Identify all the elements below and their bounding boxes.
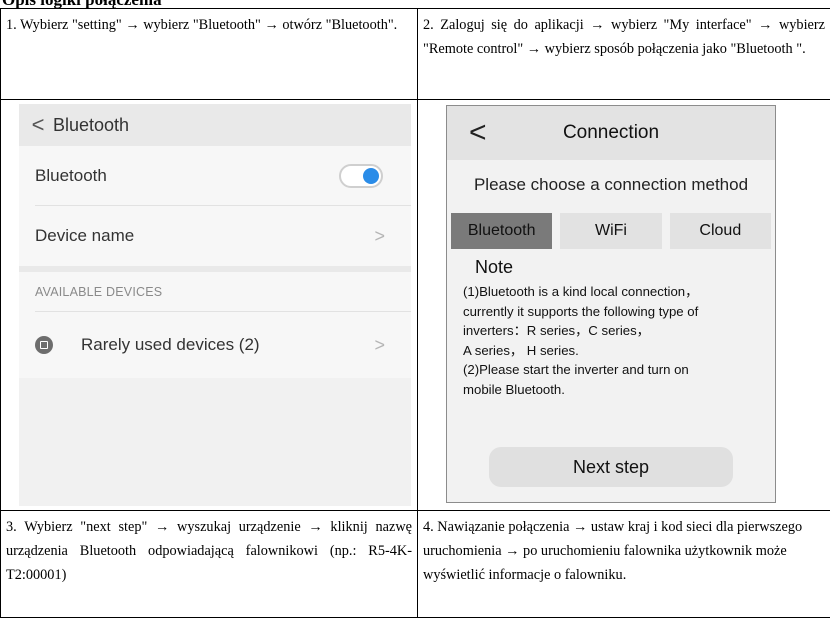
connection-prompt: Please choose a connection method — [447, 175, 775, 195]
step-2-cell: 2. Zaloguj się do aplikacji → wybierz "M… — [418, 9, 830, 100]
rarely-used-devices-row[interactable]: Rarely used devices (2) > — [19, 312, 411, 378]
device-name-row[interactable]: Device name > — [19, 206, 411, 266]
note-line: currently it supports the following type… — [463, 302, 763, 322]
note-title: Note — [475, 257, 775, 278]
step-3-cell: 3. Wybierz "next step" → wyszukaj urządz… — [1, 511, 418, 618]
bluetooth-toggle-row[interactable]: Bluetooth — [19, 146, 411, 206]
step-3-text: 3. Wybierz "next step" → wyszukaj urządz… — [1, 511, 417, 617]
connection-method-tabs: Bluetooth WiFi Cloud — [451, 213, 771, 249]
available-devices-section: AVAILABLE DEVICES Rarely used devices (2… — [19, 272, 411, 378]
available-devices-header: AVAILABLE DEVICES — [19, 272, 411, 312]
settings-header: < Bluetooth — [19, 104, 411, 146]
connection-title: Connection — [447, 122, 775, 144]
device-name-label: Device name — [35, 226, 134, 246]
note-text: (1)Bluetooth is a kind local connection，… — [463, 282, 763, 399]
instruction-table: 1. Wybierz "setting" → wybierz "Bluetoot… — [0, 8, 830, 618]
note-line: (1)Bluetooth is a kind local connection， — [463, 282, 763, 302]
rarely-used-lead: Rarely used devices (2) — [35, 335, 260, 355]
connection-screenshot-cell: < Connection Please choose a connection … — [418, 100, 830, 511]
back-icon[interactable]: < — [23, 112, 53, 138]
back-icon[interactable]: < — [469, 116, 487, 150]
rarely-used-label: Rarely used devices (2) — [81, 335, 260, 355]
note-line: mobile Bluetooth. — [463, 380, 763, 400]
settings-title: Bluetooth — [53, 115, 129, 136]
bluetooth-settings-screenshot-cell: < Bluetooth Bluetooth Device name > AVAI… — [1, 100, 418, 511]
next-step-button[interactable]: Next step — [489, 447, 733, 487]
step-2-text: 2. Zaloguj się do aplikacji → wybierz "M… — [418, 9, 830, 99]
tab-cloud[interactable]: Cloud — [670, 213, 771, 249]
tab-wifi[interactable]: WiFi — [560, 213, 661, 249]
step-4-cell: 4. Nawiązanie połączenia → ustaw kraj i … — [418, 511, 830, 618]
chevron-right-icon: > — [374, 335, 385, 356]
note-line: inverters：R series，C series， — [463, 321, 763, 341]
device-icon — [35, 336, 53, 354]
connection-header: < Connection — [447, 106, 775, 160]
step-1-cell: 1. Wybierz "setting" → wybierz "Bluetoot… — [1, 9, 418, 100]
bluetooth-label: Bluetooth — [35, 166, 107, 186]
step-4-text: 4. Nawiązanie połączenia → ustaw kraj i … — [418, 511, 830, 617]
bluetooth-toggle[interactable] — [339, 164, 383, 188]
connection-screen: < Connection Please choose a connection … — [446, 105, 776, 503]
bluetooth-options: Bluetooth Device name > — [19, 146, 411, 266]
step-1-text: 1. Wybierz "setting" → wybierz "Bluetoot… — [1, 9, 417, 99]
bluetooth-settings-screen: < Bluetooth Bluetooth Device name > AVAI… — [19, 104, 411, 506]
toggle-knob-icon — [363, 168, 379, 184]
note-line: (2)Please start the inverter and turn on — [463, 360, 763, 380]
note-line: A series， H series. — [463, 341, 763, 361]
chevron-right-icon: > — [374, 226, 385, 247]
tab-bluetooth[interactable]: Bluetooth — [451, 213, 552, 249]
